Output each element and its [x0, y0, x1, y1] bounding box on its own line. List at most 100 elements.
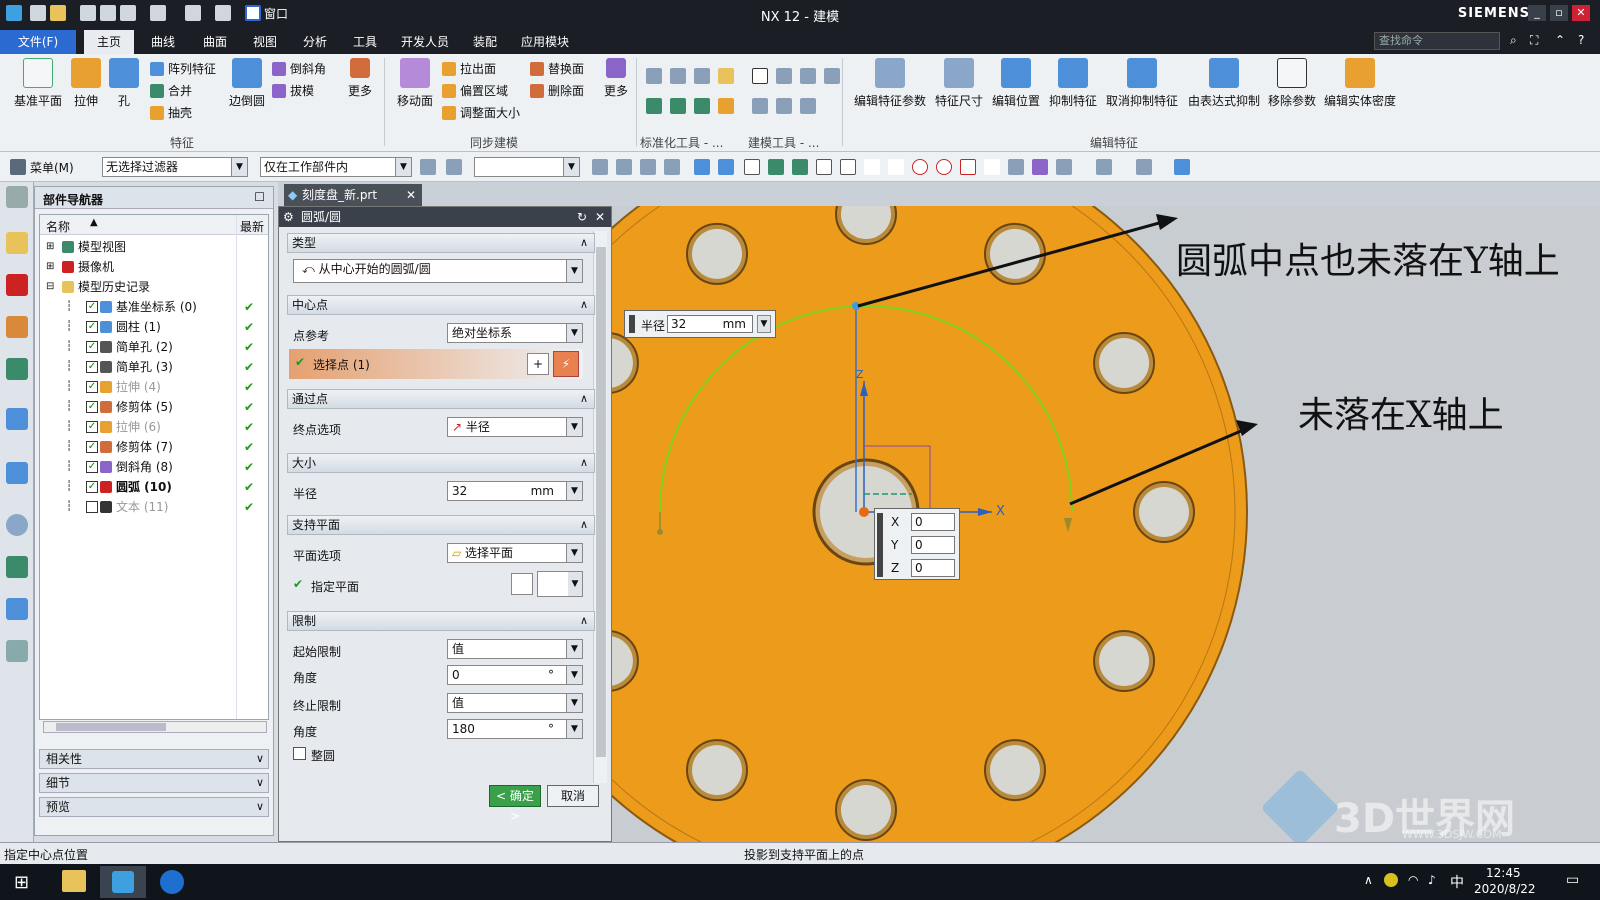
file-explorer-icon[interactable]: [62, 870, 86, 892]
expand-toggle-icon[interactable]: ⊞: [46, 237, 54, 257]
view-tool-icon[interactable]: [1174, 159, 1190, 175]
visibility-checkbox[interactable]: ✓: [86, 361, 98, 373]
constraint-navigator-icon[interactable]: [6, 274, 28, 296]
snap-quadrant-icon[interactable]: [936, 159, 952, 175]
drag-handle[interactable]: [629, 315, 635, 333]
tab-app-modules[interactable]: 应用模块: [510, 30, 580, 54]
draft-button[interactable]: 拔模: [272, 82, 314, 100]
snap-endpoint-icon[interactable]: [816, 159, 832, 175]
offset-region-button[interactable]: 偏置区域: [442, 82, 508, 100]
snap-tool-icon[interactable]: [960, 159, 976, 175]
view-tool-icon[interactable]: [1136, 159, 1152, 175]
command-search-input[interactable]: 查找命令: [1374, 32, 1500, 50]
modeling-tool-icon[interactable]: [776, 68, 792, 84]
expand-toggle-icon[interactable]: ⊞: [46, 257, 54, 277]
drag-handle[interactable]: [877, 513, 883, 577]
settings-icon[interactable]: [6, 186, 28, 208]
visibility-checkbox[interactable]: [86, 501, 98, 513]
palette-icon[interactable]: [6, 556, 28, 578]
horizontal-scrollbar[interactable]: [43, 721, 267, 733]
panel-preview[interactable]: 预览 ∨: [39, 797, 269, 817]
plane-option-select[interactable]: ▱ 选择平面 ▼: [447, 543, 583, 563]
visibility-checkbox[interactable]: ✓: [86, 421, 98, 433]
filter-tool-icon[interactable]: [446, 159, 462, 175]
section-type[interactable]: 类型 ∧: [287, 233, 595, 253]
standard-tool-icon[interactable]: [670, 98, 686, 114]
modeling-tool-icon[interactable]: [824, 68, 840, 84]
remove-parameters-button[interactable]: 移除参数: [1264, 58, 1320, 109]
visibility-checkbox[interactable]: ✓: [86, 441, 98, 453]
ok-button[interactable]: < 确定 >: [489, 785, 541, 823]
visibility-checkbox[interactable]: ✓: [86, 401, 98, 413]
chamfer-button[interactable]: 倒斜角: [272, 60, 326, 78]
resize-face-button[interactable]: 调整面大小: [442, 104, 520, 122]
tree-item[interactable]: ┆ ✓ 拉伸 (4) ✔: [40, 377, 268, 397]
end-option-select[interactable]: ↗ 半径 ▼: [447, 417, 583, 437]
modeling-tool-icon[interactable]: [752, 98, 768, 114]
ime-indicator[interactable]: 中: [1450, 872, 1464, 892]
close-tab-icon[interactable]: ✕: [406, 184, 416, 206]
plane-inferred-select[interactable]: ▼: [537, 571, 583, 597]
center-point-marker[interactable]: [859, 507, 869, 517]
reset-icon[interactable]: ↻: [577, 207, 587, 227]
snap-tool-icon[interactable]: [984, 159, 1000, 175]
volume-icon[interactable]: ♪: [1428, 873, 1436, 887]
panel-dependencies[interactable]: 相关性 ∨: [39, 749, 269, 769]
maximize-icon[interactable]: ☐: [254, 190, 265, 204]
close-icon[interactable]: ✕: [595, 207, 605, 227]
visibility-checkbox[interactable]: ✓: [86, 481, 98, 493]
scrollbar-thumb[interactable]: [596, 247, 606, 757]
snap-tool-icon[interactable]: [1032, 159, 1048, 175]
part-navigator-icon[interactable]: [6, 316, 28, 338]
plane-dialog-icon[interactable]: [511, 573, 533, 595]
standard-tool-icon[interactable]: [646, 98, 662, 114]
sort-up-icon[interactable]: ▲: [90, 217, 98, 228]
point-reference-select[interactable]: 绝对坐标系 ▼: [447, 323, 583, 343]
chevron-down-icon[interactable]: ▼: [757, 315, 771, 333]
point-dialog-icon[interactable]: +: [527, 353, 549, 375]
snap-tool-icon[interactable]: [640, 159, 656, 175]
file-menu[interactable]: 文件(F): [0, 30, 76, 54]
end-limit-select[interactable]: 值 ▼: [447, 693, 583, 713]
delete-face-button[interactable]: 删除面: [530, 82, 584, 100]
clock-time[interactable]: 12:45: [1486, 866, 1521, 880]
tab-tools[interactable]: 工具: [340, 30, 390, 54]
standard-tool-icon[interactable]: [694, 98, 710, 114]
hole-button[interactable]: 孔: [106, 58, 142, 109]
radius-input[interactable]: 32 mm ▼: [447, 481, 583, 501]
type-select[interactable]: ⤺ 从中心开始的圆弧/圆 ▼: [293, 259, 583, 283]
reuse-library-icon[interactable]: [6, 358, 28, 380]
assembly-navigator-icon[interactable]: [6, 232, 28, 254]
document-tab[interactable]: ◆ 刻度盘_新.prt ✕: [284, 184, 422, 206]
tab-curve[interactable]: 曲线: [138, 30, 188, 54]
standard-tool-icon[interactable]: [718, 98, 734, 114]
edit-feature-params-button[interactable]: 编辑特征参数: [852, 58, 928, 109]
tree-item[interactable]: ┆ ✓ 圆弧 (10) ✔: [40, 477, 268, 497]
standard-tool-icon[interactable]: [694, 68, 710, 84]
tab-view[interactable]: 视图: [240, 30, 290, 54]
nx-taskbar-button[interactable]: [100, 866, 146, 898]
shell-button[interactable]: 抽壳: [150, 104, 192, 122]
snap-point-icon[interactable]: [792, 159, 808, 175]
edit-position-button[interactable]: 编辑位置: [988, 58, 1044, 109]
triangle-icon[interactable]: [752, 68, 768, 84]
expand-toggle-icon[interactable]: ⊟: [46, 277, 54, 297]
fullscreen-icon[interactable]: ⛶: [1530, 33, 1538, 48]
column-name[interactable]: 名称: [46, 218, 70, 235]
snap-tool-icon[interactable]: [694, 159, 710, 175]
more-sync-button[interactable]: 更多: [598, 58, 634, 99]
tray-app-icon[interactable]: [1384, 873, 1398, 887]
snap-tool-icon[interactable]: [664, 159, 680, 175]
windows-start-icon[interactable]: ⊞: [14, 872, 29, 893]
visibility-checkbox[interactable]: ✓: [86, 341, 98, 353]
visibility-checkbox[interactable]: ✓: [86, 301, 98, 313]
visibility-checkbox[interactable]: ✓: [86, 321, 98, 333]
snap-tool-icon[interactable]: [1056, 159, 1072, 175]
collapse-ribbon-icon[interactable]: ⌃: [1555, 33, 1565, 47]
tree-item[interactable]: ┆ ✓ 拉伸 (6) ✔: [40, 417, 268, 437]
tree-item[interactable]: ┆ ✓ 简单孔 (2) ✔: [40, 337, 268, 357]
snap-point-icon[interactable]: [768, 159, 784, 175]
restore-button[interactable]: ▫: [1550, 5, 1568, 21]
specify-plane-label[interactable]: 指定平面: [311, 578, 359, 595]
tab-developer[interactable]: 开发人员: [390, 30, 460, 54]
